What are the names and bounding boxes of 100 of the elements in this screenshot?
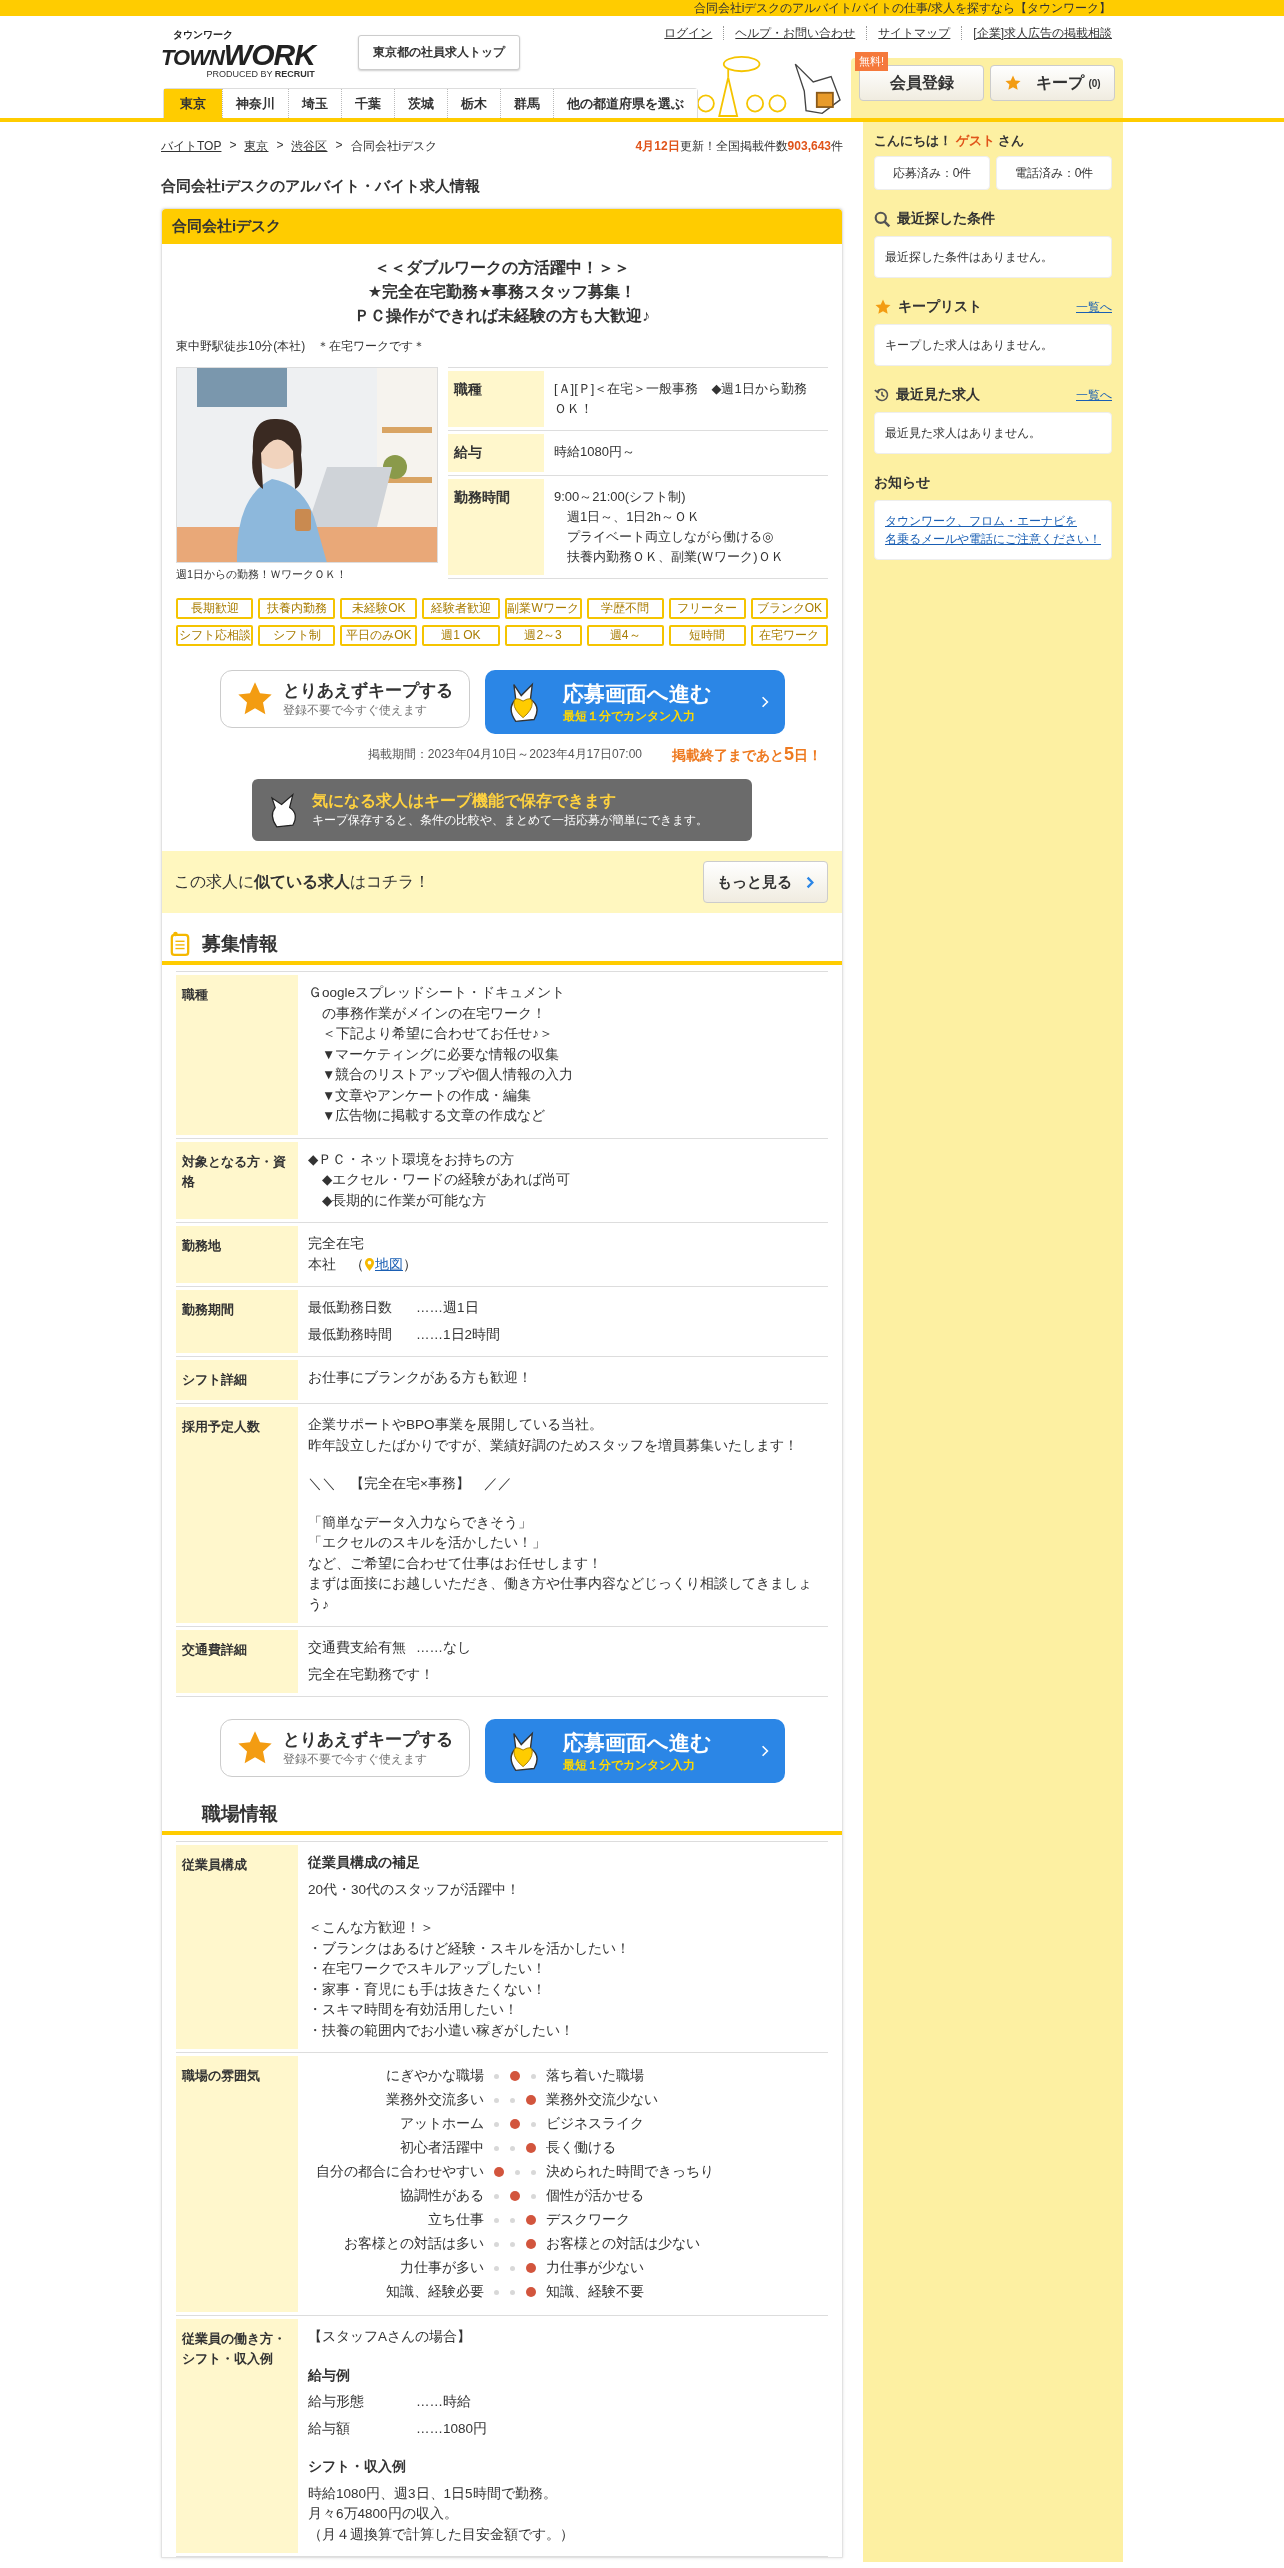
section-title: 職場情報 (202, 1802, 278, 1826)
feature-tag: 副業Wワーク (504, 598, 582, 619)
detail-text: ・スキマ時間を有効活用したい！ (308, 2001, 518, 2019)
view-all-link[interactable]: 一覧へ (1076, 298, 1112, 316)
item-value: ……時給 (416, 2393, 471, 2411)
office-text: ） (403, 1255, 417, 1274)
prefecture-tab[interactable]: 東京 (164, 89, 222, 118)
header-link[interactable]: サイトマップ (866, 26, 962, 40)
detail-text: など、ご希望に合わせて仕事はお任せします！ (308, 1554, 602, 1573)
banner-text: キープ保存すると、条件の比較や、まとめて一括応募が簡単にできます。 (312, 812, 708, 829)
breadcrumb-link[interactable]: バイトTOP (161, 138, 222, 155)
spec-value: プライベート両立しながら働ける◎ (566, 528, 775, 546)
detail-text: ◆ＰＣ・ネット環境をお持ちの方 (308, 1150, 515, 1169)
breadcrumb-link[interactable]: 東京 (244, 138, 269, 155)
detail-label: 勤務地 (176, 1226, 298, 1283)
feature-tag: 在宅ワーク (750, 625, 828, 646)
item-label: 給与形態 (308, 2393, 365, 2411)
detail-text: ・在宅ワークでスキルアップしたい！ (308, 1960, 546, 1978)
apply-button[interactable]: 応募画面へ進む 最短１分でカンタン入力 (484, 1719, 785, 1783)
star-icon (1004, 74, 1023, 92)
employee-jobs-button[interactable]: 東京都の社員求人トップ (358, 35, 520, 70)
scale-right-label: 力仕事が少ない (545, 2258, 645, 2277)
detail-text: ▼競合のリストアップや個人情報の入力 (321, 1066, 574, 1084)
feature-tag: 未経験OK (340, 598, 418, 619)
see-more-button[interactable]: もっと見る (703, 861, 828, 903)
header-link[interactable]: ヘルプ・お問い合わせ (723, 26, 867, 40)
detail-text: 【スタッフAさんの場合】 (308, 2328, 471, 2346)
item-value: ……1080円 (416, 2419, 488, 2438)
scale-left-label: 初心者活躍中 (400, 2138, 484, 2157)
detail-text: まずは面接にお越しいただき、働き方や仕事内容などじっくり相談してきましょう♪ (308, 1575, 813, 1614)
notice-link[interactable]: 名乗るメールや電話にご注意ください！ (885, 530, 1101, 548)
history-counter: 電話済み：0件 (996, 156, 1112, 190)
free-badge: 無料! (855, 52, 889, 71)
catch-copy: ★完全在宅勤務★事務スタッフ募集！ (366, 282, 638, 302)
search-icon (874, 210, 891, 228)
detail-heading: 従業員構成の補足 (308, 1854, 420, 1872)
feature-tag: 学歴不問 (586, 598, 664, 619)
header-link[interactable]: ログイン (653, 26, 724, 40)
detail-text: ・ブランクはあるけど経験・スキルを活かしたい！ (308, 1939, 630, 1958)
detail-label: 職種 (176, 975, 298, 1135)
header-link[interactable]: [企業]求人広告の掲載相談 (961, 26, 1123, 40)
detail-text: ・扶養の範囲内でお小遣い稼ぎがしたい！ (308, 2021, 574, 2040)
detail-text: 時給1080円、週3日、1日5時間で勤務。 (308, 2484, 557, 2503)
detail-text: ＼＼ 【完全在宅×事務】 ／／ (308, 1475, 512, 1493)
star-icon (874, 298, 892, 316)
detail-text: ＜下記より希望に合わせてお任せ♪＞ (321, 1025, 553, 1043)
detail-text: 昨年設立したばかりですが、業績好調のためスタッフを増員募集いたします！ (308, 1436, 798, 1455)
photo-caption: 週1日からの勤務！ＷワークＯＫ！ (176, 567, 349, 582)
scale-right-label: 長く働ける (545, 2138, 617, 2157)
update-info: 4月12日更新！全国掲載件数903,643件 (635, 138, 843, 155)
prefecture-tab[interactable]: 他の都道府県を選ぶ (553, 89, 697, 118)
map-pin-icon (364, 1257, 375, 1273)
breadcrumb-link[interactable]: 渋谷区 (291, 138, 328, 155)
spec-value: 扶養内勤務ＯＫ、副業(Ｗワーク)ＯＫ (566, 548, 784, 566)
detail-text: ◆長期的に作業が可能な方 (321, 1191, 487, 1210)
scale-left-label: にぎやかな職場 (386, 2066, 484, 2085)
company-name: 合同会社iデスク (162, 209, 842, 244)
scale-right-label: お客様との対話は少ない (545, 2234, 701, 2253)
panel-message: キープした求人はありません。 (874, 324, 1112, 366)
scale-right-label: 業務外交流少ない (545, 2090, 659, 2109)
detail-text: ◆エクセル・ワードの経験があれば尚可 (321, 1171, 571, 1189)
spec-value: 時給1080円～ (554, 443, 635, 461)
page-title: 合同会社iデスクのアルバイト・バイト求人情報 (161, 177, 482, 196)
feature-tag: フリーター (668, 598, 746, 619)
panel-title: お知らせ (874, 474, 931, 492)
item-value: ……週1日 (416, 1299, 479, 1317)
scale-left-label: 業務外交流多い (386, 2090, 484, 2109)
chevron-icon (806, 875, 814, 889)
deadline-text: 掲載終了まであと5日！ (672, 744, 822, 765)
detail-text: 月々6万4800円の収入。 (308, 2505, 458, 2523)
notice-link[interactable]: タウンワーク、フロム・エーナビを (885, 512, 1077, 530)
scale-left-label: 知識、経験必要 (386, 2282, 484, 2301)
feature-tag: ブランクOK (750, 598, 828, 619)
detail-text: （月４週換算で計算した目安金額です。） (308, 2525, 574, 2544)
scale-left-label: 自分の都合に合わせやすい (316, 2162, 484, 2181)
detail-heading: シフト・収入例 (308, 2458, 406, 2476)
detail-label: 交通費詳細 (176, 1630, 298, 1693)
apply-button[interactable]: 応募画面へ進む 最短１分でカンタン入力 (484, 670, 785, 734)
keep-list-button[interactable]: キープ (0) (990, 65, 1115, 101)
scale-right-label: デスクワーク (545, 2210, 631, 2229)
detail-text: の事務作業がメインの在宅ワーク！ (321, 1004, 546, 1023)
item-label: 最低勤務日数 (308, 1299, 393, 1317)
keep-button[interactable]: とりあえずキープする 登録不要で今すぐ使えます (219, 670, 470, 728)
detail-text: 完全在宅 (308, 1235, 364, 1253)
view-all-link[interactable]: 一覧へ (1076, 386, 1112, 404)
breadcrumb-separator: > (229, 138, 237, 154)
keep-button[interactable]: とりあえずキープする 登録不要で今すぐ使えます (219, 1719, 470, 1777)
detail-text: Ｇoogleスプレッドシート・ドキュメント (308, 984, 566, 1002)
feature-tag: シフト応相談 (176, 625, 254, 646)
detail-text: ＜こんな方歓迎！＞ (308, 1919, 434, 1937)
feature-tag: 短時間 (668, 625, 746, 646)
detail-text: 企業サポートやBPO事業を展開している当社。 (308, 1416, 603, 1434)
chevron-icon (760, 1744, 769, 1758)
map-link[interactable]: 地図 (375, 1254, 403, 1275)
detail-text: 20代・30代のスタッフが活躍中！ (308, 1880, 521, 1899)
feature-tag: シフト制 (258, 625, 336, 646)
panel-title: キープリスト (898, 298, 983, 316)
panel-title: 最近見た求人 (896, 386, 981, 404)
detail-label: 従業員の働き方・シフト・収入例 (176, 2319, 298, 2553)
item-label: 交通費支給有無 (308, 1639, 407, 1657)
